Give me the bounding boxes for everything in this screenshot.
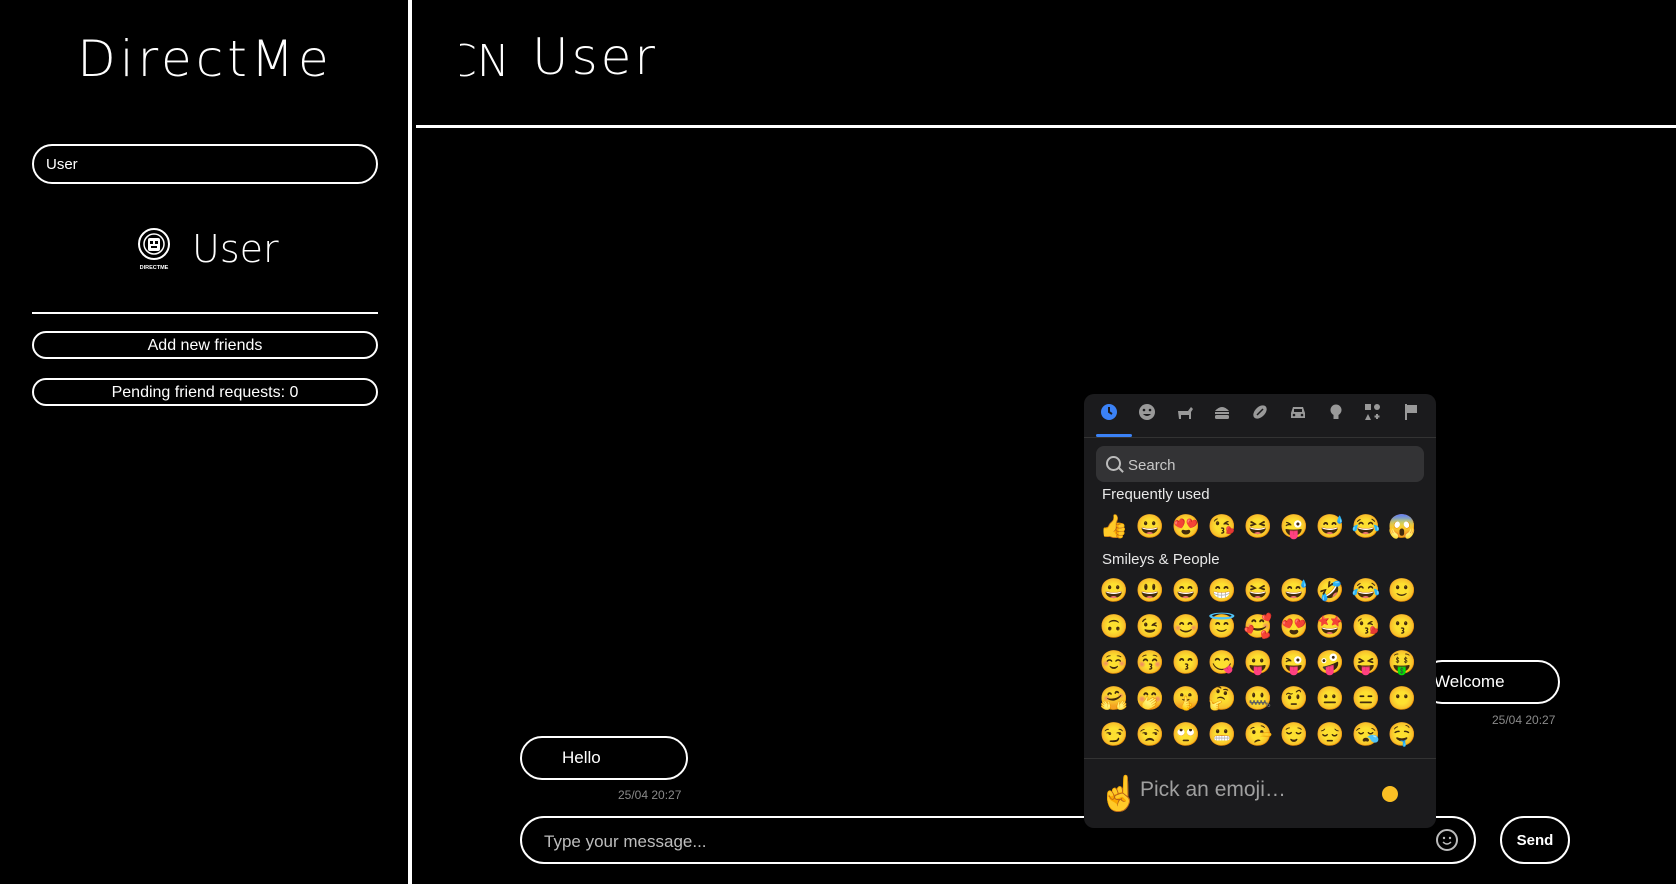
message-timestamp: 25/04 20:27 (618, 788, 682, 802)
emoji-option[interactable]: 🤫 (1168, 680, 1204, 716)
emoji-option[interactable]: 🙃 (1096, 608, 1132, 644)
emoji-option[interactable]: 😃 (1132, 572, 1168, 608)
emoji-option[interactable]: 😊 (1168, 608, 1204, 644)
emoji-option[interactable]: 😂 (1348, 572, 1384, 608)
emoji-option[interactable]: 😬 (1204, 716, 1240, 752)
emoji-option[interactable]: 🙄 (1168, 716, 1204, 752)
current-user-name: User (192, 227, 279, 271)
emoji-option[interactable]: 😛 (1240, 644, 1276, 680)
emoji-option[interactable]: 😍 (1276, 608, 1312, 644)
sidebar: DirectMe DIRECTME User Add new friends P… (0, 0, 412, 884)
emoji-picker: Frequently used 👍😀😍😘😆😜😅😂😱 Smileys & Peop… (1084, 394, 1436, 828)
emoji-option[interactable]: 🥰 (1240, 608, 1276, 644)
friend-search-input[interactable] (32, 144, 378, 184)
emoji-option[interactable]: 😍 (1168, 508, 1204, 544)
clock-icon[interactable] (1096, 402, 1122, 428)
emoji-option[interactable]: 😇 (1204, 608, 1240, 644)
flag-icon[interactable] (1398, 402, 1424, 428)
sidebar-divider (32, 312, 378, 314)
send-button[interactable]: Send (1500, 816, 1570, 864)
add-friends-button[interactable]: Add new friends (32, 331, 378, 359)
emoji-option[interactable]: 😔 (1312, 716, 1348, 752)
lightbulb-icon[interactable] (1323, 402, 1349, 428)
emoji-option[interactable]: 😒 (1132, 716, 1168, 752)
emoji-option[interactable]: 😀 (1132, 508, 1168, 544)
pending-requests-button[interactable]: Pending friend requests: 0 (32, 378, 378, 406)
picker-divider (1084, 437, 1436, 438)
emoji-option[interactable]: 🤥 (1240, 716, 1276, 752)
emoji-option[interactable]: 🤩 (1312, 608, 1348, 644)
animal-icon[interactable] (1172, 402, 1198, 428)
emoji-option[interactable]: 😐 (1312, 680, 1348, 716)
emoji-option[interactable]: 😅 (1312, 508, 1348, 544)
chat-avatar: CN (460, 38, 510, 86)
emoji-option[interactable]: 😘 (1204, 508, 1240, 544)
skin-tone-selector[interactable] (1382, 786, 1398, 802)
emoji-option[interactable]: 😉 (1132, 608, 1168, 644)
emoji-preview-placeholder: Pick an emoji… (1140, 778, 1286, 801)
emoji-option[interactable]: 😌 (1276, 716, 1312, 752)
emoji-option[interactable]: 🤑 (1384, 644, 1420, 680)
emoji-option[interactable]: 😜 (1276, 644, 1312, 680)
smileys-label: Smileys & People (1102, 551, 1220, 568)
picker-footer-divider (1084, 758, 1436, 759)
message-input[interactable] (542, 828, 1406, 856)
smiley-icon (1442, 836, 1452, 845)
emoji-option[interactable]: 🤪 (1312, 644, 1348, 680)
emoji-option[interactable]: 🤐 (1240, 680, 1276, 716)
emoji-option[interactable]: 😪 (1348, 716, 1384, 752)
emoji-option[interactable]: 😁 (1204, 572, 1240, 608)
emoji-search (1096, 446, 1424, 482)
emoji-option[interactable]: 🤗 (1096, 680, 1132, 716)
emoji-option[interactable]: 😋 (1204, 644, 1240, 680)
emoji-option[interactable]: 😆 (1240, 572, 1276, 608)
emoji-option[interactable]: 😑 (1348, 680, 1384, 716)
current-user[interactable]: DIRECTME User (134, 224, 279, 274)
chat-partner-name: User (532, 28, 658, 86)
emoji-option[interactable]: 😚 (1132, 644, 1168, 680)
emoji-category-tabs (1096, 402, 1424, 428)
emoji-option[interactable]: 😜 (1276, 508, 1312, 544)
emoji-option[interactable]: 😝 (1348, 644, 1384, 680)
emoji-option[interactable]: 😙 (1168, 644, 1204, 680)
message-bubble-sent: Welcome (1420, 660, 1560, 704)
emoji-option[interactable]: 🤣 (1312, 572, 1348, 608)
emoji-option[interactable]: 😏 (1096, 716, 1132, 752)
emoji-option[interactable]: 🤔 (1204, 680, 1240, 716)
car-icon[interactable] (1285, 402, 1311, 428)
emoji-option[interactable]: 😅 (1276, 572, 1312, 608)
emoji-option[interactable]: 😀 (1096, 572, 1132, 608)
emoji-option[interactable]: 😗 (1384, 608, 1420, 644)
chat-header: CN User (416, 0, 1676, 128)
emoji-option[interactable]: 👍 (1096, 508, 1132, 544)
frequently-used-label: Frequently used (1102, 486, 1210, 503)
search-icon (1106, 456, 1121, 471)
emoji-option[interactable]: 🤨 (1276, 680, 1312, 716)
emoji-option[interactable]: 😄 (1168, 572, 1204, 608)
activity-icon[interactable] (1247, 402, 1273, 428)
emoji-option[interactable]: 😶 (1384, 680, 1420, 716)
emoji-option[interactable]: 😂 (1348, 508, 1384, 544)
symbols-icon[interactable] (1360, 402, 1386, 428)
emoji-search-input[interactable] (1126, 454, 1420, 476)
directme-logo-icon: DIRECTME (138, 228, 170, 271)
message-timestamp: 25/04 20:27 (1492, 713, 1556, 727)
frequently-used-grid: 👍 😀 😍 😘 😆 😜 😅 😂 😱 (1096, 508, 1420, 544)
emoji-option[interactable]: 🙂 (1384, 572, 1420, 608)
food-icon[interactable] (1209, 402, 1235, 428)
smileys-grid: 😀 😃 😄 😁 😆 😅 🤣 😂 🙂 🙃 😉 😊 😇 🥰 😍 🤩 😘 😗 ☺️ 😚 😙 😋 😛 😜 🤪 😝 🤑 🤗 🤭 🤫 🤔 🤐 🤨 😐 😑 😶 😏 😒 🙄… (1096, 572, 1420, 752)
emoji-option[interactable]: ☺️ (1096, 644, 1132, 680)
smiley-icon[interactable] (1134, 402, 1160, 428)
message-bubble-received: Hello (520, 736, 688, 780)
emoji-preview: ☝️ (1098, 775, 1141, 813)
emoji-option[interactable]: 😱 (1384, 508, 1420, 544)
emoji-button[interactable] (1436, 829, 1458, 851)
svg-text:DIRECTME: DIRECTME (140, 265, 169, 271)
app-title: DirectMe (77, 30, 333, 88)
emoji-option[interactable]: 🤭 (1132, 680, 1168, 716)
emoji-option[interactable]: 🤤 (1384, 716, 1420, 752)
emoji-option[interactable]: 😘 (1348, 608, 1384, 644)
emoji-option[interactable]: 😆 (1240, 508, 1276, 544)
